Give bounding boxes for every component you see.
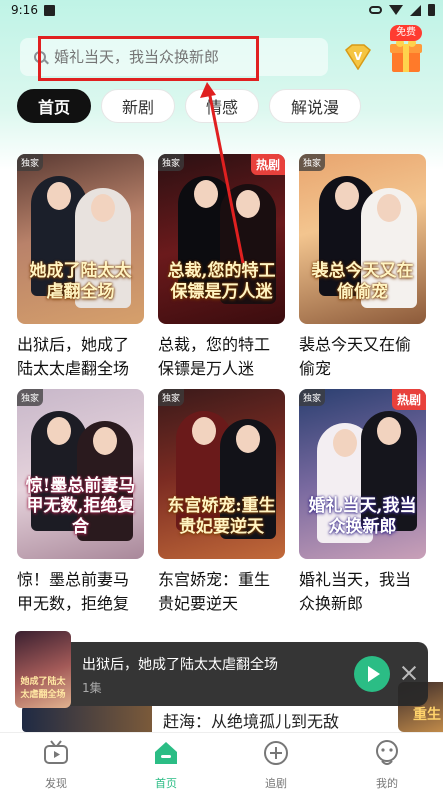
home-icon [155,742,177,764]
close-icon[interactable] [401,665,417,681]
poster-title: 总裁,您的特工保镖是万人迷 [167,261,276,302]
battery-icon [428,4,435,16]
recommend-right-text: 重生 [413,707,441,723]
drama-cover[interactable]: 独家 裴总今天又在偷偷宠 [299,154,426,324]
wifi-icon [389,5,403,15]
exclusive-badge: 独家 [17,389,44,406]
player-title[interactable]: 出狱后，她成了陆太太虐翻全场 [82,654,278,674]
nav-label: 首页 [155,777,177,789]
drama-card[interactable]: 独家 裴总今天又在偷偷宠 裴总今天又在偷偷宠 [299,154,426,381]
status-bar: 9:16 [0,0,443,22]
hot-badge: 热剧 [250,154,285,175]
drama-cover[interactable]: 独家 东宫娇宠:重生贵妃要逆天 [158,389,285,559]
drama-cover[interactable]: 独家 惊!墨总前妻马甲无数,拒绝复合 [17,389,144,559]
free-badge[interactable]: 免费 [390,25,422,41]
play-button[interactable] [354,656,390,692]
search-icon [34,51,46,63]
notification-icon [44,5,55,16]
drama-card[interactable]: 独家 她成了陆太太虐翻全场 出狱后，她成了陆太太虐翻全场 [17,154,144,381]
nav-label: 追剧 [265,777,287,789]
tab-home[interactable]: 首页 [17,89,91,123]
drama-title[interactable]: 出狱后，她成了陆太太虐翻全场 [17,333,144,381]
drama-title[interactable]: 婚礼当天，我当众换新郎 [299,568,426,616]
tab-new[interactable]: 新剧 [101,89,175,123]
drama-cover[interactable]: 独家 她成了陆太太虐翻全场 [17,154,144,324]
vip-badge-icon[interactable]: V [344,44,372,70]
drama-cover[interactable]: 独家 热剧 婚礼当天,我当众换新郎 [299,389,426,559]
poster-title: 裴总今天又在偷偷宠 [311,261,414,302]
vpn-key-icon [369,6,382,14]
svg-text:V: V [354,50,363,63]
poster-title: 惊!墨总前妻马甲无数,拒绝复合 [25,475,136,537]
drama-title[interactable]: 总裁，您的特工保镖是万人迷 [158,333,285,381]
search-bar[interactable] [20,38,328,76]
recommend-title[interactable]: 赶海：从绝境孤儿到无敌 [163,708,339,732]
search-input[interactable] [54,48,294,66]
category-tabs: 首页 新剧 情感 解说漫 [17,89,361,123]
signal-icon [410,4,421,16]
status-icons [369,3,435,17]
player-episode: 1集 [82,681,102,695]
exclusive-badge: 独家 [299,389,326,406]
profile-icon [376,740,398,765]
poster-title: 婚礼当天,我当众换新郎 [308,496,417,537]
hot-badge: 热剧 [391,389,426,410]
nav-label: 我的 [376,777,398,789]
exclusive-badge: 独家 [158,154,185,171]
drama-card[interactable]: 独家 热剧 婚礼当天,我当众换新郎 婚礼当天，我当众换新郎 [299,389,426,616]
drama-card[interactable]: 独家 惊!墨总前妻马甲无数,拒绝复合 惊！墨总前妻马甲无数，拒绝复合 [17,389,144,616]
tab-commentary-comic[interactable]: 解说漫 [269,89,361,123]
tv-icon [44,740,68,764]
drama-title[interactable]: 裴总今天又在偷偷宠 [299,333,426,381]
drama-card[interactable]: 独家 东宫娇宠:重生贵妃要逆天 东宫娇宠：重生贵妃要逆天 [158,389,285,616]
mini-player[interactable]: 出狱后，她成了陆太太虐翻全场 1集 [15,642,428,706]
exclusive-badge: 独家 [17,154,44,171]
drama-title[interactable]: 东宫娇宠：重生贵妃要逆天 [158,568,285,616]
exclusive-badge: 独家 [299,154,326,171]
drama-card[interactable]: 独家 热剧 总裁,您的特工保镖是万人迷 总裁，您的特工保镖是万人迷 [158,154,285,381]
drama-title[interactable]: 惊！墨总前妻马甲无数，拒绝复合 [17,568,144,616]
tab-emotion[interactable]: 情感 [185,89,259,123]
drama-cover[interactable]: 独家 热剧 总裁,您的特工保镖是万人迷 [158,154,285,324]
status-time: 9:16 [11,3,38,17]
poster-title: 她成了陆太太虐翻全场 [29,261,132,302]
player-thumbnail[interactable]: 她成了陆太太虐翻全场 [15,631,71,708]
bottom-nav: 发现 首页 追剧 我的 [0,732,443,789]
recommend-thumb[interactable] [22,706,152,732]
nav-label: 发现 [45,777,67,789]
exclusive-badge: 独家 [158,389,185,406]
plus-circle-icon [264,741,288,765]
poster-title: 东宫娇宠:重生贵妃要逆天 [167,496,276,537]
player-thumb-text: 她成了陆太太虐翻全场 [20,677,66,700]
